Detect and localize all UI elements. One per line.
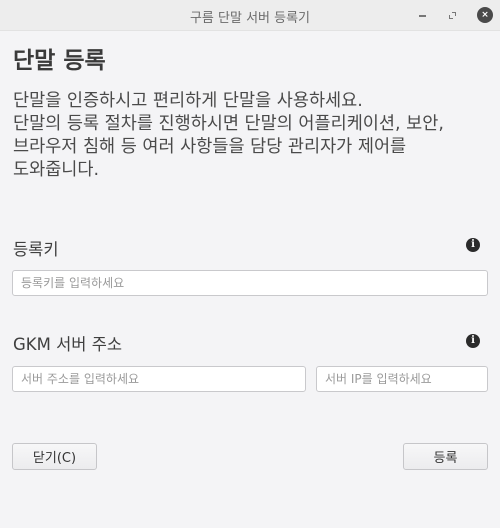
maximize-icon [448,11,456,19]
gkm-server-label: GKM 서버 주소 [13,335,123,354]
close-icon: × [477,7,493,23]
close-button[interactable]: 닫기(C) [12,443,97,470]
registration-key-label: 등록키 [13,240,59,259]
info-icon[interactable]: i [466,238,480,252]
register-button[interactable]: 등록 [403,443,488,470]
minimize-button[interactable] [412,5,432,25]
registration-key-input[interactable] [12,270,488,296]
minimize-icon [418,15,426,17]
maximize-button[interactable] [442,5,462,25]
description-line: 도와줍니다. [13,160,100,180]
window-titlebar[interactable]: 구름 단말 서버 등록기 × [0,0,500,31]
description: 단말을 인증하시고 편리하게 단말을 사용하세요. 단말의 등록 절차를 진행하… [13,90,493,182]
description-line: 단말의 등록 절차를 진행하시면 단말의 어플리케이션, 보안, [13,114,444,134]
server-ip-input[interactable] [316,366,488,392]
close-window-button[interactable]: × [475,5,495,25]
description-line: 브라우저 침해 등 여러 사항들을 담당 관리자가 제어를 [13,137,407,157]
server-address-input[interactable] [12,366,306,392]
description-line: 단말을 인증하시고 편리하게 단말을 사용하세요. [13,91,363,111]
page-title: 단말 등록 [13,48,106,74]
info-icon[interactable]: i [466,334,480,348]
